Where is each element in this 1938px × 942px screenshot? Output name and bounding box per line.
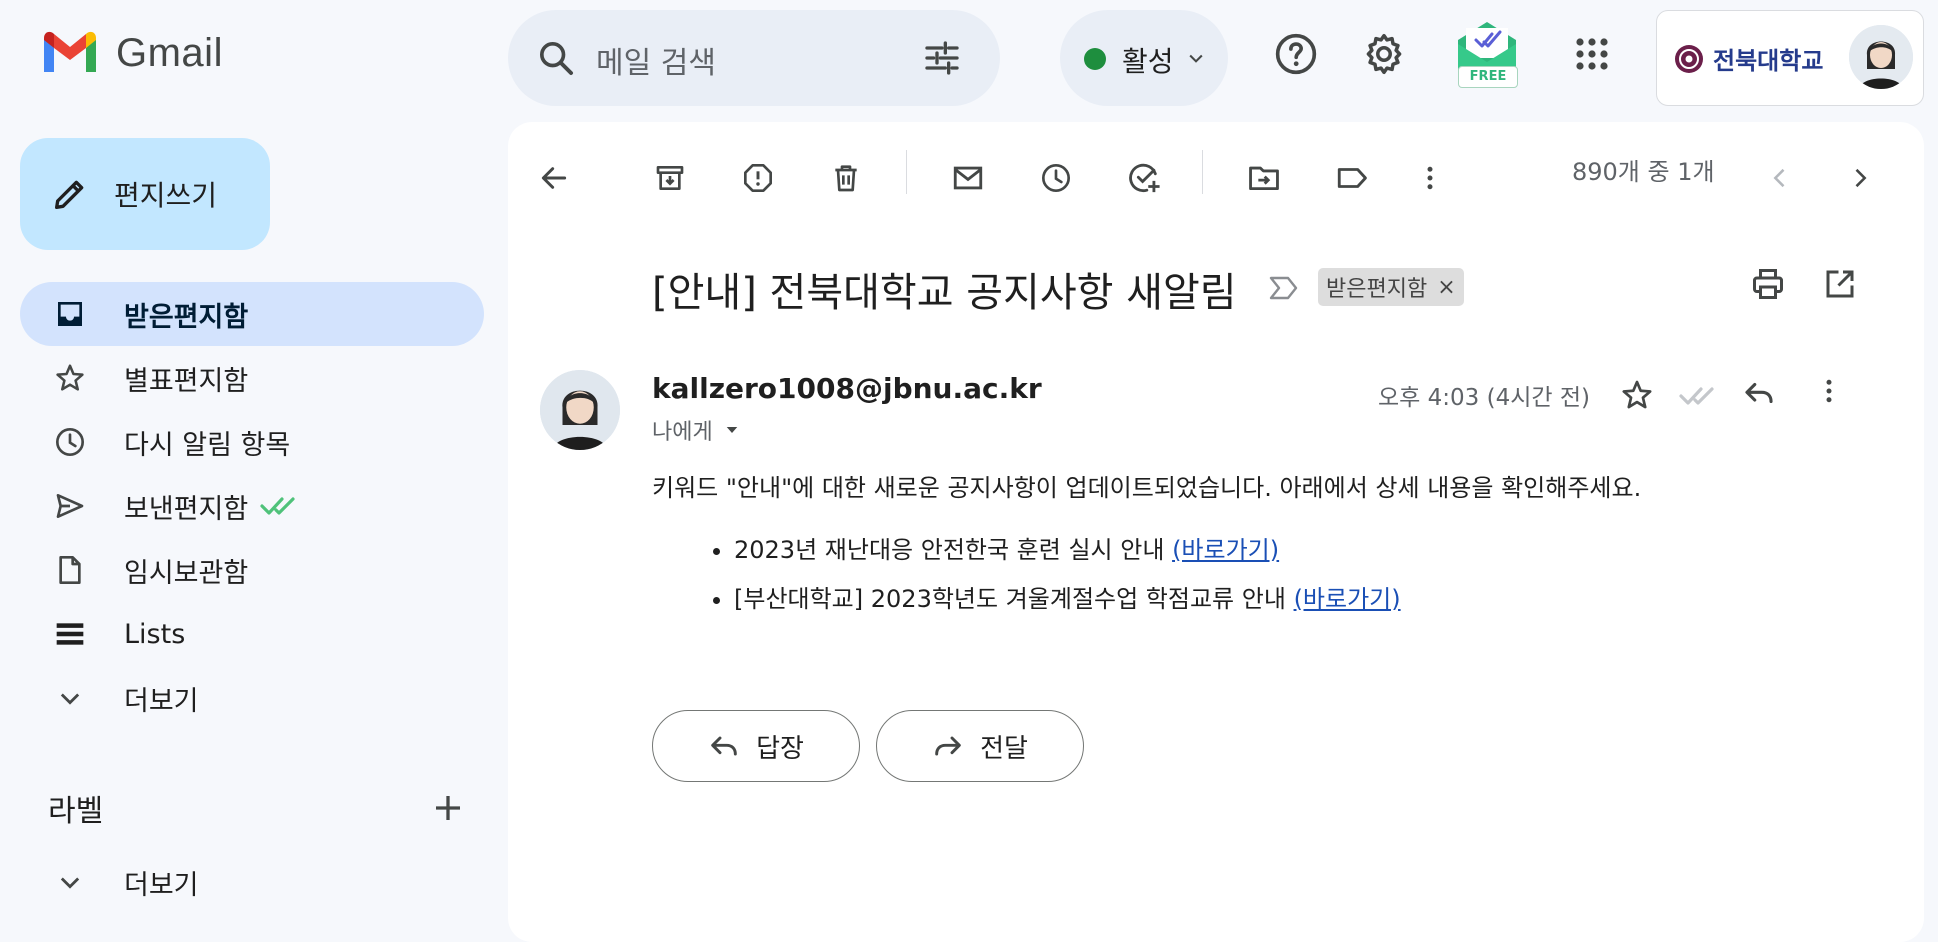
- lists-icon: [54, 618, 86, 650]
- reply-arrow-icon: [711, 736, 737, 756]
- search-icon[interactable]: [536, 38, 576, 78]
- sidebar-item-lists[interactable]: Lists: [20, 602, 484, 666]
- labels-heading: 라벨: [48, 794, 104, 829]
- account-switcher[interactable]: 전북대학교: [1656, 10, 1924, 106]
- status-dot: [1084, 48, 1106, 70]
- message-count: 890개 중 1개: [1572, 158, 1715, 186]
- sidebar-item-label: 더보기: [124, 685, 199, 717]
- archive-icon[interactable]: [648, 156, 692, 200]
- labels-more-label: 더보기: [124, 869, 199, 901]
- message-body-intro: 키워드 "안내"에 대한 새로운 공지사항이 업데이트되었습니다. 아래에서 상…: [652, 474, 1642, 502]
- compose-button[interactable]: 편지쓰기: [20, 138, 270, 250]
- sidebar-item-label: 받은편지함: [124, 301, 249, 333]
- sender-email[interactable]: kallzero1008@jbnu.ac.kr: [652, 372, 1042, 405]
- notice-link[interactable]: (바로가기): [1172, 536, 1279, 564]
- sidebar-item-label: 보낸편지함: [124, 493, 249, 525]
- back-arrow-icon[interactable]: [532, 156, 576, 200]
- sidebar-item-inbox[interactable]: 받은편지함: [20, 282, 484, 346]
- label-chip-inbox[interactable]: 받은편지함 ×: [1318, 268, 1464, 306]
- clock-icon: [54, 426, 86, 458]
- gmail-m-icon: [44, 31, 96, 72]
- search-options-icon[interactable]: [922, 38, 962, 78]
- forward-button[interactable]: 전달: [876, 710, 1084, 782]
- forward-arrow-icon: [935, 736, 961, 756]
- notice-link[interactable]: (바로가기): [1294, 585, 1401, 613]
- label-chip-text: 받은편지함: [1326, 277, 1428, 302]
- sidebar-item-sent[interactable]: 보낸편지함: [20, 474, 484, 538]
- university-seal-icon: [1675, 44, 1703, 73]
- delete-trash-icon[interactable]: [824, 156, 868, 200]
- sidebar-item-snoozed[interactable]: 다시 알림 항목: [20, 410, 484, 474]
- message-view: 890개 중 1개 [안내] 전북대학교 공지사항 새알림 받은편지함 × ka…: [508, 122, 1924, 942]
- apps-grid-icon[interactable]: [1568, 30, 1616, 78]
- notice-list: 2023년 재난대응 안전한국 훈련 실시 안내 (바로가기) [부산대학교] …: [734, 530, 1401, 628]
- importance-marker-icon[interactable]: [1268, 274, 1300, 302]
- status-label: 활성: [1122, 45, 1174, 78]
- list-item: 2023년 재난대응 안전한국 훈련 실시 안내 (바로가기): [734, 530, 1401, 565]
- reply-arrow-icon[interactable]: [1742, 376, 1776, 410]
- list-item: [부산대학교] 2023학년도 겨울계절수업 학점교류 안내 (바로가기): [734, 579, 1401, 614]
- inbox-icon: [54, 298, 86, 330]
- message-time: 오후 4:03 (4시간 전): [1378, 385, 1590, 411]
- gmail-logo[interactable]: Gmail: [40, 30, 223, 76]
- status-selector[interactable]: 활성: [1060, 10, 1228, 106]
- search-input[interactable]: 메일 검색: [596, 38, 716, 82]
- sidebar-item-label: 별표편지함: [124, 365, 249, 397]
- settings-gear-icon[interactable]: [1360, 30, 1408, 78]
- toolbar-divider: [1202, 150, 1203, 194]
- mark-unread-mail-icon[interactable]: [946, 156, 990, 200]
- label-tag-icon[interactable]: [1330, 156, 1374, 200]
- chevron-down-icon: [54, 682, 86, 714]
- reply-button[interactable]: 답장: [652, 710, 860, 782]
- double-check-icon: [260, 494, 300, 518]
- recipient-label: 나에게: [652, 420, 713, 445]
- search-bar[interactable]: 메일 검색: [508, 10, 1000, 106]
- org-logo: 전북대학교: [1673, 41, 1823, 76]
- move-to-folder-icon[interactable]: [1242, 156, 1286, 200]
- message-more-icon[interactable]: [1814, 376, 1844, 406]
- caret-down-icon: [726, 427, 737, 433]
- add-label-icon[interactable]: [430, 790, 466, 826]
- sidebar-item-starred[interactable]: 별표편지함: [20, 346, 484, 410]
- more-options-icon[interactable]: [1408, 156, 1452, 200]
- sidebar-item-label: 임시보관함: [124, 557, 249, 589]
- open-new-window-icon[interactable]: [1822, 266, 1858, 302]
- star-icon: [54, 362, 86, 394]
- add-task-icon[interactable]: [1122, 156, 1166, 200]
- report-spam-icon[interactable]: [736, 156, 780, 200]
- sidebar-item-drafts[interactable]: 임시보관함: [20, 538, 484, 602]
- reply-label: 답장: [756, 733, 804, 764]
- toolbar-divider: [906, 150, 907, 194]
- gmail-wordmark: Gmail: [116, 30, 223, 75]
- chevron-down-icon: [1186, 48, 1206, 68]
- sender-avatar[interactable]: [540, 370, 620, 450]
- account-avatar[interactable]: [1849, 25, 1913, 89]
- read-receipt-check-icon: [1678, 384, 1720, 408]
- newer-chevron-left-icon[interactable]: [1758, 156, 1802, 200]
- extension-mail-check-icon[interactable]: FREE: [1454, 20, 1520, 90]
- sidebar-item-label: 다시 알림 항목: [124, 429, 291, 461]
- forward-label: 전달: [980, 733, 1028, 764]
- remove-label-icon[interactable]: ×: [1437, 275, 1455, 300]
- draft-icon: [54, 554, 86, 586]
- snooze-clock-icon[interactable]: [1034, 156, 1078, 200]
- org-name: 전북대학교: [1713, 47, 1824, 75]
- notice-title: 2023년 재난대응 안전한국 훈련 실시 안내: [734, 536, 1173, 564]
- notice-title: [부산대학교] 2023학년도 겨울계절수업 학점교류 안내: [734, 585, 1294, 613]
- sidebar-item-label: Lists: [124, 618, 186, 650]
- message-subject: [안내] 전북대학교 공지사항 새알림: [652, 270, 1237, 316]
- free-badge: FREE: [1458, 66, 1518, 88]
- send-icon: [54, 490, 86, 522]
- pencil-icon: [50, 174, 90, 214]
- labels-more[interactable]: 더보기: [20, 850, 484, 914]
- compose-label: 편지쓰기: [114, 179, 218, 212]
- help-icon[interactable]: [1272, 30, 1320, 78]
- chevron-down-icon: [54, 866, 86, 898]
- print-icon[interactable]: [1750, 266, 1786, 302]
- star-icon[interactable]: [1620, 378, 1654, 412]
- older-chevron-right-icon[interactable]: [1838, 156, 1882, 200]
- sidebar-item-more[interactable]: 더보기: [20, 666, 484, 730]
- recipient-details[interactable]: 나에게: [652, 414, 741, 446]
